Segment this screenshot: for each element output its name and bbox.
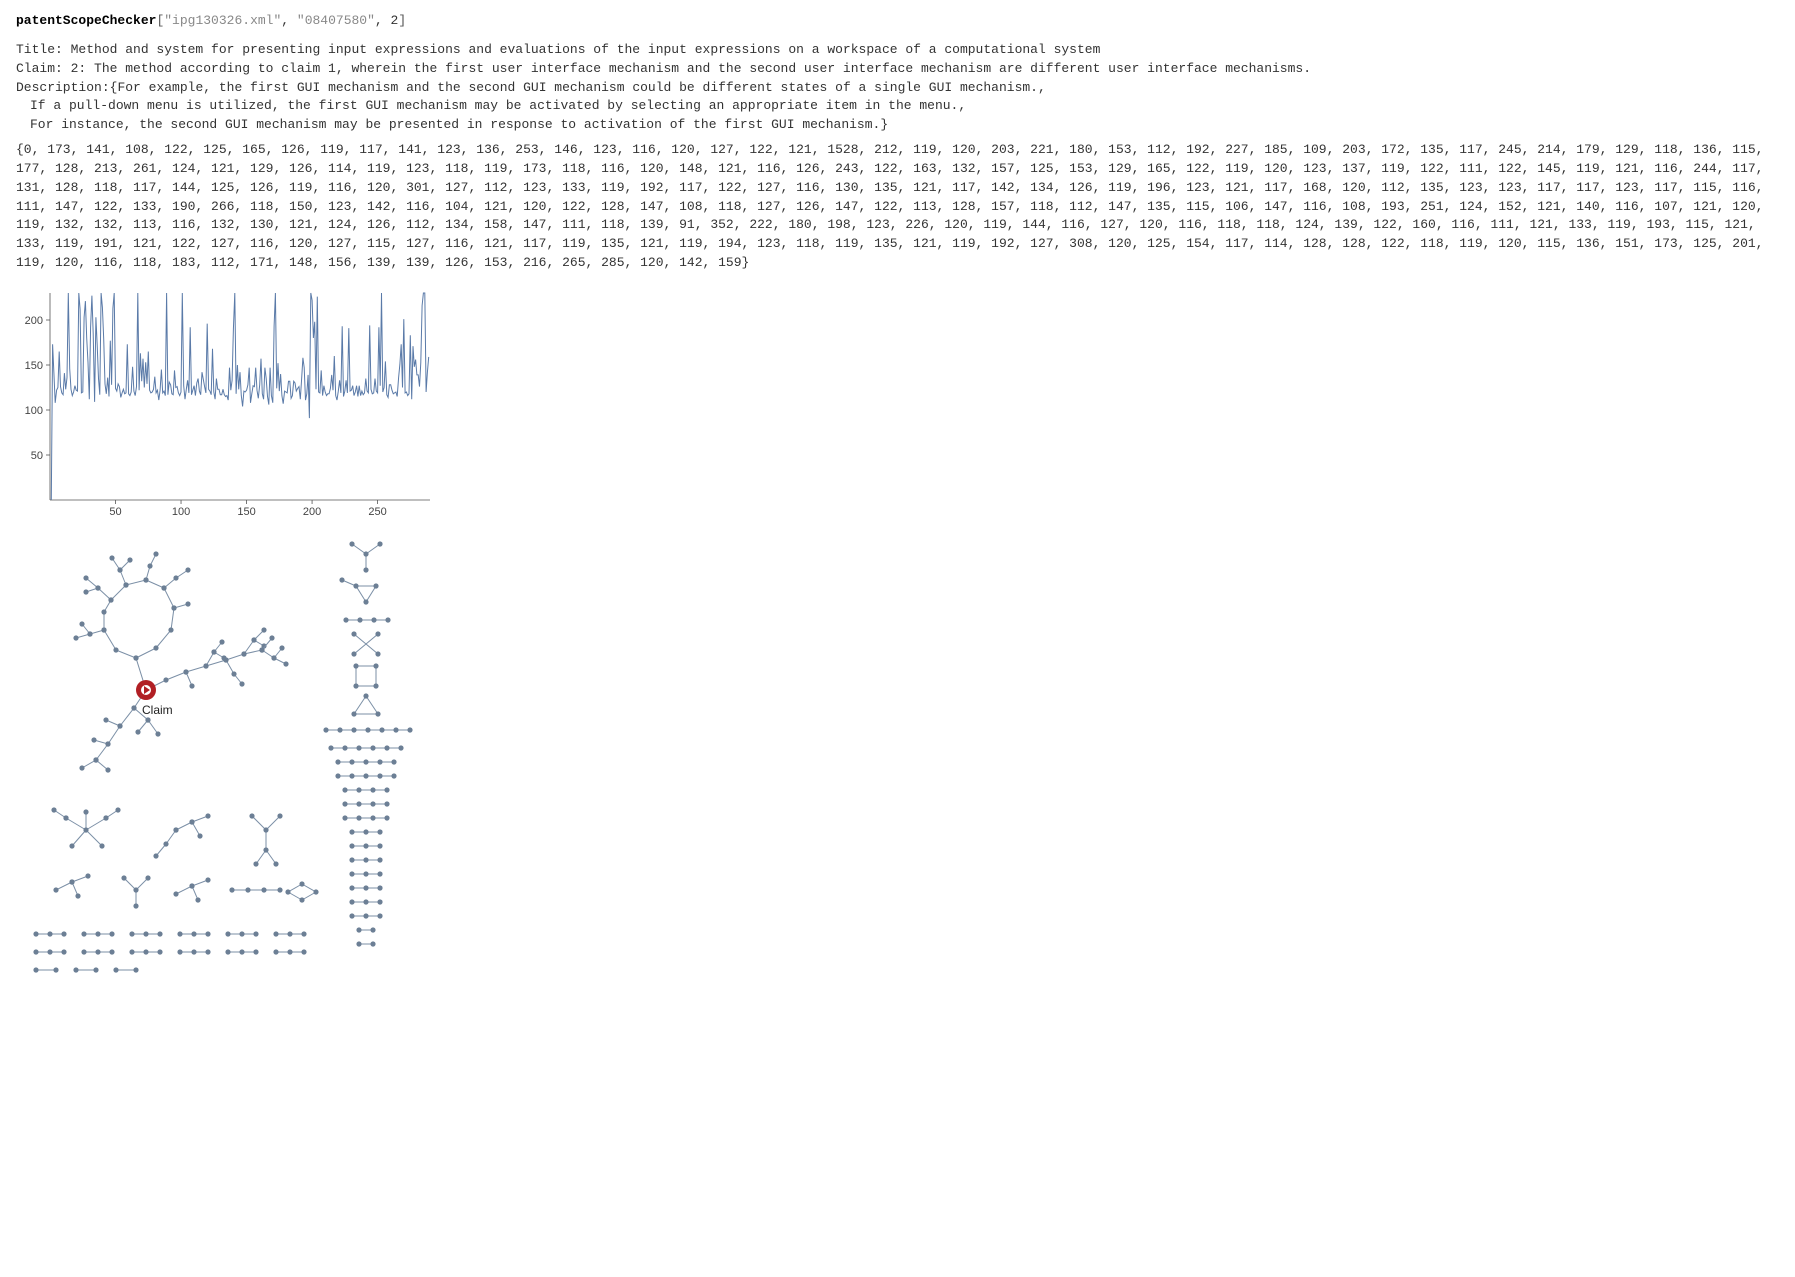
svg-text:200: 200 [25,315,43,327]
output-text: Title: Method and system for presenting … [16,41,1779,135]
svg-text:100: 100 [25,405,43,417]
svg-text:150: 150 [237,506,255,518]
title-text: Method and system for presenting input e… [71,42,1101,57]
description-line: Description:{For example, the first GUI … [16,79,1779,98]
close-bracket: ] [398,13,406,28]
arg-2: "08407580" [297,13,375,28]
desc-item-2: For instance, the second GUI mechanism m… [16,116,1779,135]
svg-text:200: 200 [303,506,321,518]
svg-text:50: 50 [31,450,43,462]
svg-text:Claim: Claim [142,703,173,717]
line-chart: 50 100 150 200 50 100 150 200 250 [16,287,1779,522]
svg-text:50: 50 [109,506,121,518]
svg-text:250: 250 [368,506,386,518]
svg-text:150: 150 [25,360,43,372]
graph-plot: Claim [16,530,1779,990]
data-list: {0, 173, 141, 108, 122, 125, 165, 126, 1… [16,141,1776,273]
svg-text:100: 100 [172,506,190,518]
claim-text: 2: The method according to claim 1, wher… [71,61,1311,76]
input-cell: patentScopeChecker["ipg130326.xml", "084… [16,12,1779,31]
claim-line: Claim: 2: The method according to claim … [16,60,1779,79]
arg-1: "ipg130326.xml" [164,13,281,28]
title-line: Title: Method and system for presenting … [16,41,1779,60]
desc-item-0: For example, the first GUI mechanism and… [117,80,1045,95]
desc-item-1: If a pull-down menu is utilized, the fir… [16,97,1779,116]
fn-name: patentScopeChecker [16,13,156,28]
